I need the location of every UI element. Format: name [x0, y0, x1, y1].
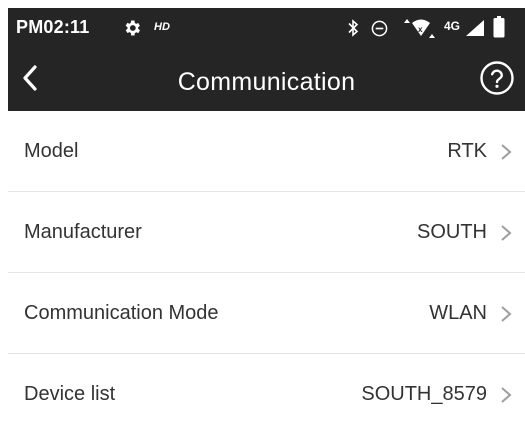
svg-text:x: x — [418, 25, 423, 34]
setting-value: SOUTH — [417, 221, 487, 243]
do-not-disturb-icon — [371, 20, 388, 37]
setting-row-device-list[interactable]: Device list SOUTH_8579 — [8, 354, 525, 434]
network-type: 4G — [444, 19, 461, 33]
setting-row-manufacturer[interactable]: Manufacturer SOUTH — [8, 192, 525, 273]
status-bar: PM02:11 HD x 4G — [8, 8, 525, 48]
app-bar: Communication — [8, 48, 525, 111]
chevron-right-icon — [501, 306, 512, 322]
setting-value: WLAN — [429, 302, 487, 324]
hd-indicator: HD — [154, 21, 170, 33]
wifi-icon: x — [404, 19, 435, 38]
setting-value: RTK — [447, 140, 487, 162]
setting-row-model[interactable]: Model RTK — [8, 111, 525, 192]
setting-label: Device list — [24, 383, 116, 405]
chevron-right-icon — [501, 144, 512, 160]
chevron-right-icon — [501, 387, 512, 403]
header: PM02:11 HD x 4G Communication — [8, 8, 525, 111]
bluetooth-icon — [348, 19, 359, 37]
chevron-right-icon — [501, 225, 512, 241]
setting-label: Model — [24, 140, 79, 162]
battery-icon — [493, 16, 505, 38]
signal-icon — [466, 20, 484, 36]
setting-label: Manufacturer — [24, 221, 142, 243]
help-circle-icon[interactable] — [479, 60, 515, 96]
setting-value: SOUTH_8579 — [361, 383, 487, 405]
status-time: PM02:11 — [16, 17, 90, 37]
setting-label: Communication Mode — [24, 302, 219, 324]
settings-list: Model RTK Manufacturer SOUTH Communicati… — [8, 111, 525, 434]
screen: PM02:11 HD x 4G Communication Model RTK … — [0, 0, 525, 427]
page-title: Communication — [177, 68, 356, 96]
gear-icon — [125, 20, 140, 36]
setting-row-communication-mode[interactable]: Communication Mode WLAN — [8, 273, 525, 354]
